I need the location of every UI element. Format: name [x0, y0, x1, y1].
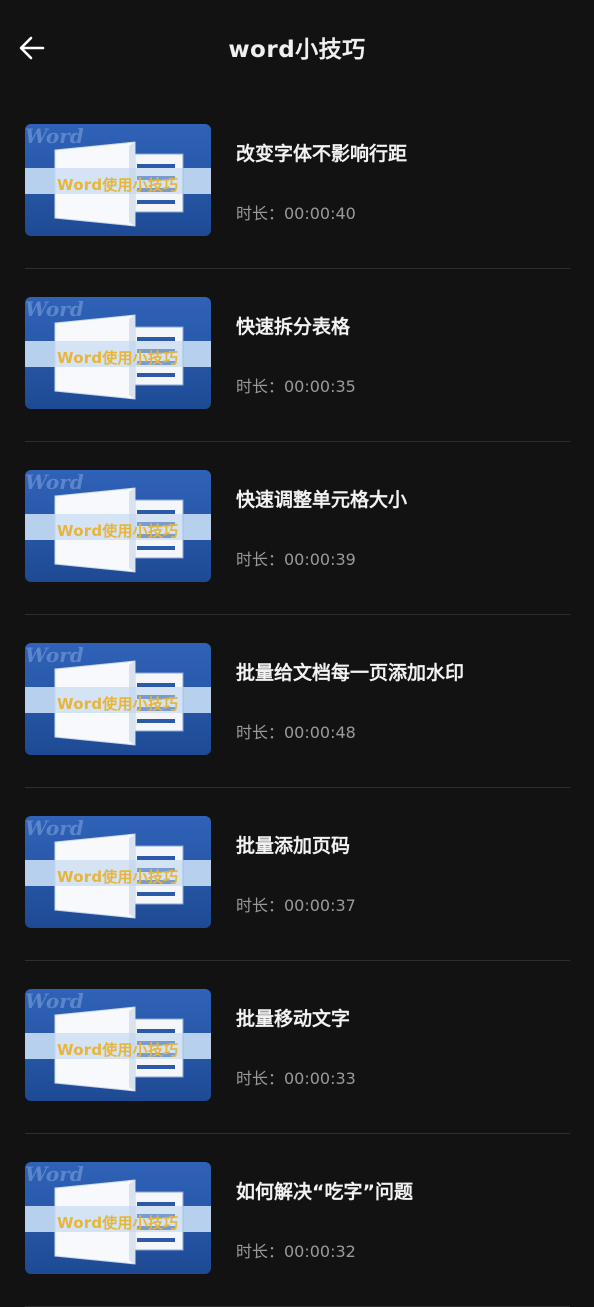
video-thumbnail[interactable]: Word Word使用小技巧 — [25, 989, 211, 1101]
thumbnail-caption: Word使用小技巧 — [57, 1214, 179, 1232]
video-thumbnail[interactable]: Word Word使用小技巧 — [25, 816, 211, 928]
video-duration: 时长：00:00:32 — [236, 1242, 356, 1261]
video-title: 批量添加页码 — [236, 835, 351, 857]
list-item[interactable]: Word Word使用小技巧 批量移动文字 时长：00:00:33 — [25, 961, 570, 1134]
video-title: 批量给文档每一页添加水印 — [236, 662, 465, 684]
thumbnail-caption: Word使用小技巧 — [57, 176, 179, 194]
video-list: Word Word使用小技巧 改变字体不影响行距 时长：00:00:40 Wor… — [25, 96, 570, 1307]
video-thumbnail[interactable]: Word Word使用小技巧 — [25, 297, 211, 409]
video-thumbnail[interactable]: Word Word使用小技巧 — [25, 470, 211, 582]
word-logo-text: Word — [25, 470, 84, 494]
list-item[interactable]: Word Word使用小技巧 改变字体不影响行距 时长：00:00:40 — [25, 96, 570, 269]
video-duration: 时长：00:00:33 — [236, 1069, 356, 1088]
thumbnail-caption: Word使用小技巧 — [57, 522, 179, 540]
video-title: 快速拆分表格 — [236, 316, 351, 338]
video-title: 改变字体不影响行距 — [236, 143, 408, 165]
list-item[interactable]: Word Word使用小技巧 批量给文档每一页添加水印 时长：00:00:48 — [25, 615, 570, 788]
page-title: word小技巧 — [228, 37, 366, 63]
thumbnail-caption: Word使用小技巧 — [57, 695, 179, 713]
video-duration: 时长：00:00:37 — [236, 896, 356, 915]
word-logo-text: Word — [25, 297, 84, 321]
list-item[interactable]: Word Word使用小技巧 快速拆分表格 时长：00:00:35 — [25, 269, 570, 442]
word-logo-text: Word — [25, 989, 84, 1013]
video-thumbnail[interactable]: Word Word使用小技巧 — [25, 1162, 211, 1274]
video-duration: 时长：00:00:48 — [236, 723, 356, 742]
word-logo-text: Word — [25, 643, 84, 667]
top-bar: word小技巧 — [0, 0, 594, 96]
thumbnail-caption: Word使用小技巧 — [57, 868, 179, 886]
video-title: 如何解决“吃字”问题 — [236, 1181, 413, 1203]
video-duration: 时长：00:00:40 — [236, 204, 356, 223]
word-logo-text: Word — [25, 816, 84, 840]
video-title: 批量移动文字 — [236, 1008, 351, 1030]
word-logo-text: Word — [25, 1162, 84, 1186]
list-item[interactable]: Word Word使用小技巧 如何解决“吃字”问题 时长：00:00:32 — [25, 1134, 570, 1307]
list-item[interactable]: Word Word使用小技巧 快速调整单元格大小 时长：00:00:39 — [25, 442, 570, 615]
video-thumbnail[interactable]: Word Word使用小技巧 — [25, 643, 211, 755]
video-thumbnail[interactable]: Word Word使用小技巧 — [25, 124, 211, 236]
list-item[interactable]: Word Word使用小技巧 批量添加页码 时长：00:00:37 — [25, 788, 570, 961]
thumbnail-caption: Word使用小技巧 — [57, 349, 179, 367]
thumbnail-caption: Word使用小技巧 — [57, 1041, 179, 1059]
video-duration: 时长：00:00:35 — [236, 377, 356, 396]
word-logo-text: Word — [25, 124, 84, 148]
video-duration: 时长：00:00:39 — [236, 550, 356, 569]
video-title: 快速调整单元格大小 — [236, 489, 408, 511]
